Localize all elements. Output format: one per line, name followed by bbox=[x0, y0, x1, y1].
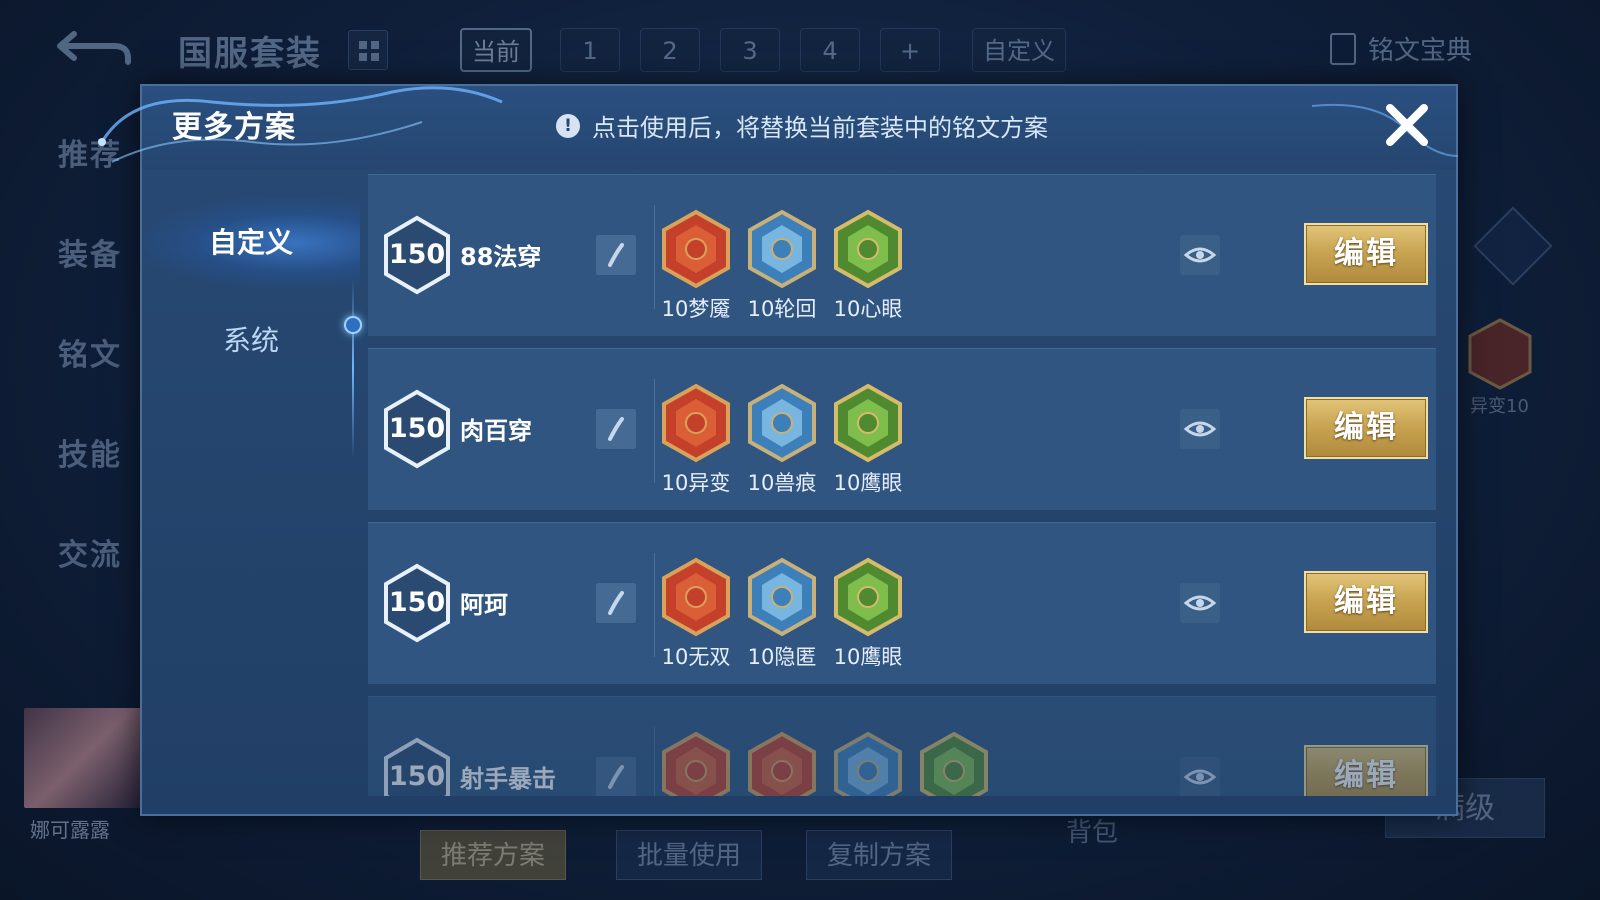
pencil-icon[interactable] bbox=[596, 583, 636, 623]
batch-use-button[interactable]: 批量使用 bbox=[616, 830, 763, 880]
plan-name: 88法穿 bbox=[460, 243, 542, 271]
notice-text: 点击使用后，将替换当前套装中的铭文方案 bbox=[592, 114, 1048, 142]
plan-row[interactable]: 150 阿珂 10无双 10隐匿 10鹰眼 编辑 bbox=[368, 522, 1436, 684]
menu-icon[interactable] bbox=[1473, 206, 1553, 286]
pencil-icon[interactable] bbox=[596, 235, 636, 275]
rune-icon bbox=[1468, 318, 1532, 390]
edit-button[interactable]: 编辑 bbox=[1304, 223, 1428, 285]
edit-button[interactable]: 编辑 bbox=[1304, 397, 1428, 459]
dialog-header: 更多方案 ! 点击使用后，将替换当前套装中的铭文方案 bbox=[98, 86, 1459, 170]
plan-category-tabs: 自定义 系统 bbox=[142, 170, 362, 816]
tab-indicator-rail bbox=[352, 278, 354, 458]
rune-label: 10心眼 bbox=[833, 297, 903, 321]
side-nav-runes[interactable]: 铭文 bbox=[58, 330, 138, 430]
rune-red-icon[interactable] bbox=[746, 731, 818, 796]
eye-icon[interactable] bbox=[1180, 409, 1220, 449]
tab-system-plans[interactable]: 系统 bbox=[142, 296, 360, 386]
rune-red-icon[interactable] bbox=[660, 557, 732, 637]
plan-level: 150 bbox=[388, 239, 446, 270]
rune-blue-icon[interactable] bbox=[746, 209, 818, 289]
side-nav: 推荐 装备 铭文 技能 交流 bbox=[58, 130, 138, 630]
edit-button[interactable]: 编辑 bbox=[1304, 571, 1428, 633]
rune-label: 10异变 bbox=[661, 471, 731, 495]
rune-label: 10鹰眼 bbox=[833, 645, 903, 669]
edit-button[interactable]: 编辑 bbox=[1304, 745, 1428, 796]
hero-name: 娜可露露 bbox=[30, 818, 110, 842]
swirl-decoration bbox=[98, 86, 503, 163]
dialog-title: 更多方案 bbox=[172, 110, 296, 145]
rune-red-icon[interactable] bbox=[660, 209, 732, 289]
recommend-plan-button[interactable]: 推荐方案 bbox=[420, 830, 567, 880]
plan-level: 150 bbox=[388, 587, 446, 618]
tab-custom[interactable]: 自定义 bbox=[972, 28, 1066, 72]
right-rune-label: 异变10 bbox=[1470, 396, 1529, 417]
plan-name: 肉百穿 bbox=[460, 417, 532, 445]
rune-label: 10梦魇 bbox=[661, 297, 731, 321]
rune-green-icon[interactable] bbox=[832, 209, 904, 289]
suit-title: 国服套装 bbox=[178, 34, 322, 74]
tab-add[interactable]: + bbox=[880, 28, 940, 72]
bag-label: 背包 bbox=[1066, 818, 1119, 848]
plan-name: 阿珂 bbox=[460, 591, 508, 619]
plan-list[interactable]: 150 88法穿 10梦魇 10轮回 10心眼 编辑 150 肉百穿 10异变 10兽痕 10鹰眼编… bbox=[368, 174, 1448, 796]
rune-label: 10兽痕 bbox=[747, 471, 817, 495]
grid-icon[interactable] bbox=[348, 30, 388, 70]
rune-blue-icon[interactable] bbox=[832, 731, 904, 796]
level-hex-icon: 150 bbox=[382, 737, 452, 796]
divider bbox=[654, 727, 655, 796]
rune-label: 10无双 bbox=[661, 645, 731, 669]
notice: ! 点击使用后，将替换当前套装中的铭文方案 bbox=[556, 108, 1048, 143]
level-hex-icon: 150 bbox=[382, 563, 452, 643]
plan-row[interactable]: 150 肉百穿 10异变 10兽痕 10鹰眼 编辑 bbox=[368, 348, 1436, 510]
side-nav-equipment[interactable]: 装备 bbox=[58, 230, 138, 330]
hero-avatar[interactable] bbox=[24, 708, 142, 808]
copy-plan-button[interactable]: 复制方案 bbox=[806, 830, 953, 880]
plan-row[interactable]: 150 88法穿 10梦魇 10轮回 10心眼 编辑 bbox=[368, 174, 1436, 336]
rune-blue-icon[interactable] bbox=[746, 383, 818, 463]
codex-button[interactable]: 铭文宝典 bbox=[1330, 30, 1472, 67]
pencil-icon[interactable] bbox=[596, 409, 636, 449]
tab-2[interactable]: 2 bbox=[640, 28, 700, 72]
close-icon[interactable] bbox=[1382, 100, 1432, 150]
rune-green-icon[interactable] bbox=[832, 383, 904, 463]
side-nav-community[interactable]: 交流 bbox=[58, 530, 138, 630]
tab-3[interactable]: 3 bbox=[720, 28, 780, 72]
rune-red-icon[interactable] bbox=[660, 383, 732, 463]
level-hex-icon: 150 bbox=[382, 389, 452, 469]
rune-label: 10轮回 bbox=[747, 297, 817, 321]
info-icon: ! bbox=[556, 113, 580, 138]
more-plans-dialog: 更多方案 ! 点击使用后，将替换当前套装中的铭文方案 自定义 系统 150 88法… bbox=[98, 84, 1459, 816]
level-hex-icon: 150 bbox=[382, 215, 452, 295]
plan-name: 射手暴击 bbox=[460, 765, 556, 793]
tab-current[interactable]: 当前 bbox=[460, 28, 532, 72]
rune-green-icon[interactable] bbox=[918, 731, 990, 796]
plan-level: 150 bbox=[388, 761, 446, 792]
pencil-icon[interactable] bbox=[596, 757, 636, 796]
rune-green-icon[interactable] bbox=[832, 557, 904, 637]
plan-level: 150 bbox=[388, 413, 446, 444]
rune-label: 10鹰眼 bbox=[833, 471, 903, 495]
tab-1[interactable]: 1 bbox=[560, 28, 620, 72]
plan-row[interactable]: 150 射手暴击 编辑 bbox=[368, 696, 1436, 796]
back-arrow-icon[interactable] bbox=[52, 26, 132, 68]
tab-custom-plans[interactable]: 自定义 bbox=[142, 198, 360, 288]
side-nav-skills[interactable]: 技能 bbox=[58, 430, 138, 530]
tab-4[interactable]: 4 bbox=[800, 28, 860, 72]
eye-icon[interactable] bbox=[1180, 235, 1220, 275]
eye-icon[interactable] bbox=[1180, 757, 1220, 796]
rune-blue-icon[interactable] bbox=[746, 557, 818, 637]
eye-icon[interactable] bbox=[1180, 583, 1220, 623]
tab-indicator-dot bbox=[344, 316, 362, 334]
codex-label: 铭文宝典 bbox=[1368, 36, 1473, 66]
book-icon bbox=[1330, 32, 1356, 65]
rune-label: 10隐匿 bbox=[747, 645, 817, 669]
rune-red-icon[interactable] bbox=[660, 731, 732, 796]
